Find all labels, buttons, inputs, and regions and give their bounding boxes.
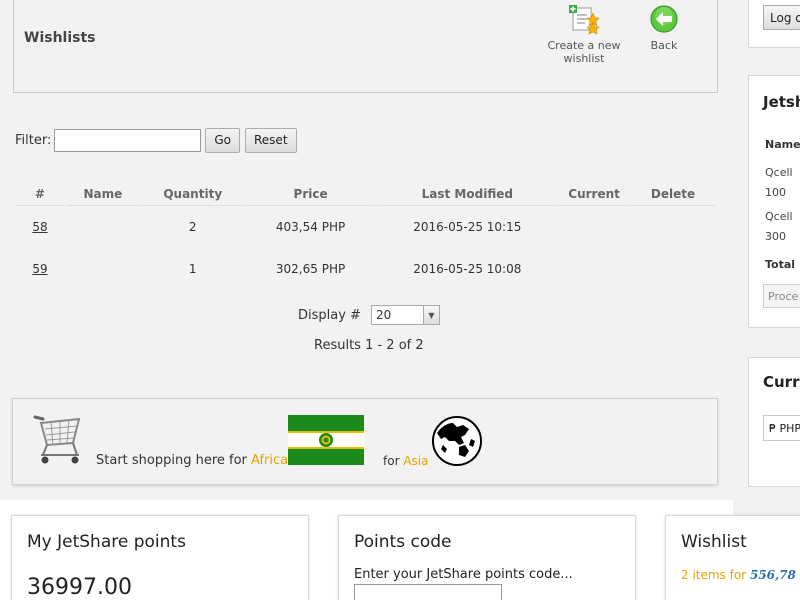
- cart-item-1-value: 100: [765, 186, 786, 199]
- jetshare-cart-panel: Jetsh Name Qcell 100 Qcell 300 Total Pro…: [748, 75, 800, 328]
- cart-panel-title: Jetsh: [763, 93, 800, 111]
- proceed-button[interactable]: Proce: [763, 284, 800, 308]
- wishlist-quantity-cell: 1: [188, 262, 197, 276]
- currency-panel: Curre ₱ PHP: [748, 357, 800, 487]
- globe-asia-icon[interactable]: [431, 415, 483, 467]
- results-count: Results 1 - 2 of 2: [314, 338, 424, 353]
- create-wishlist-label: Create a new wishlist: [547, 39, 621, 65]
- display-count-label: Display #: [298, 307, 361, 323]
- table-row: 59 1 302,65 PHP 2016-05-25 10:08: [16, 248, 715, 290]
- wishlist-summary-title: Wishlist: [681, 532, 747, 552]
- column-header-price[interactable]: Price: [245, 182, 376, 206]
- wishlist-table: # Name Quantity Price Last Modified Curr…: [14, 182, 717, 290]
- table-header-row: # Name Quantity Price Last Modified Curr…: [16, 182, 715, 206]
- shop-text: Start shopping here for: [96, 453, 247, 468]
- display-count-select[interactable]: 20 ▼: [370, 305, 440, 325]
- wishlist-id-link[interactable]: 58: [32, 220, 47, 234]
- points-code-panel: Points code Enter your JetShare points c…: [338, 515, 636, 600]
- back-label: Back: [650, 39, 678, 52]
- column-header-quantity[interactable]: Quantity: [141, 182, 244, 206]
- create-wishlist-icon: [569, 5, 600, 35]
- back-arrow-icon: [650, 5, 678, 33]
- wishlist-modified-cell: 2016-05-25 10:08: [413, 262, 522, 276]
- wishlist-summary-panel: Wishlist 2 items for 556,78 PH: [665, 515, 800, 600]
- shopping-cart-icon: [33, 415, 81, 464]
- asia-link[interactable]: Asia: [403, 454, 428, 468]
- wishlist-items-count: 2 items for: [681, 568, 747, 582]
- display-count-value: 20: [375, 308, 392, 322]
- column-header-current: Current: [559, 182, 630, 206]
- chevron-down-icon: ▼: [422, 306, 439, 324]
- filter-input[interactable]: [54, 128, 202, 152]
- logout-button[interactable]: Log o: [763, 5, 800, 30]
- shopping-banner: Start shopping here for Africa for Asia: [12, 398, 718, 485]
- wishlist-total-price: 556,78 PH: [749, 568, 800, 582]
- cart-name-header: Name: [765, 138, 800, 151]
- shop-africa-text: Start shopping here for Africa: [96, 453, 288, 468]
- cart-item-2-name: Qcell: [765, 210, 793, 223]
- wishlist-header: Wishlists Create a new wishlist Back: [13, 0, 718, 93]
- wishlist-name-cell: [66, 206, 140, 248]
- points-panel-title: My JetShare points: [27, 532, 186, 552]
- go-button[interactable]: Go: [205, 127, 240, 153]
- column-header-delete: Delete: [631, 182, 715, 206]
- wishlist-id-cell: 59: [16, 248, 64, 290]
- points-code-input[interactable]: [354, 584, 502, 600]
- display-count-control: Display # 20 ▼: [298, 305, 440, 325]
- cart-total-label: Total: [765, 258, 796, 271]
- table-row: 58 2 403,54 PHP 2016-05-25 10:15: [16, 206, 715, 248]
- points-code-title: Points code: [354, 532, 452, 552]
- wishlist-modified-cell: 2016-05-25 10:15: [413, 220, 522, 234]
- wishlist-delete-cell: [631, 206, 715, 248]
- jetshare-points-panel: My JetShare points 36997.00: [11, 515, 309, 600]
- wishlist-name-cell: [66, 248, 140, 290]
- cart-item-1-name: Qcell: [765, 166, 793, 179]
- wishlist-delete-cell: [631, 248, 715, 290]
- filter-label: Filter:: [15, 132, 52, 148]
- cart-item-2-value: 300: [765, 230, 786, 243]
- page-title: Wishlists: [24, 30, 96, 46]
- points-code-label: Enter your JetShare points code...: [354, 567, 573, 582]
- column-header-name[interactable]: Name: [65, 182, 140, 206]
- points-value: 36997.00: [27, 575, 132, 600]
- back-button[interactable]: Back: [644, 3, 684, 52]
- for-text: for: [383, 454, 400, 468]
- column-header-last-modified[interactable]: Last Modified: [377, 182, 558, 206]
- wishlist-id-link[interactable]: 59: [32, 262, 47, 276]
- wishlist-id-cell: 58: [16, 206, 64, 248]
- africa-link[interactable]: Africa: [251, 453, 288, 468]
- wishlist-current-cell: [559, 206, 629, 248]
- column-header-id[interactable]: #: [16, 182, 64, 206]
- currency-select[interactable]: ₱ PHP: [763, 415, 800, 441]
- wishlist-price-cell: 403,54 PHP: [275, 220, 346, 234]
- african-union-flag[interactable]: [288, 415, 364, 465]
- wishlist-summary-items[interactable]: 2 items for 556,78 PH: [681, 568, 800, 582]
- create-wishlist-button[interactable]: Create a new wishlist: [529, 3, 639, 65]
- wishlist-quantity-cell: 2: [188, 220, 197, 234]
- wishlist-price-cell: 302,65 PHP: [275, 262, 346, 276]
- shop-asia-text: for Asia: [383, 454, 428, 468]
- filter-bar: Filter: Go Reset: [15, 127, 302, 153]
- reset-button[interactable]: Reset: [245, 127, 297, 153]
- currency-panel-title: Curre: [763, 373, 800, 391]
- wishlist-current-cell: [559, 248, 629, 290]
